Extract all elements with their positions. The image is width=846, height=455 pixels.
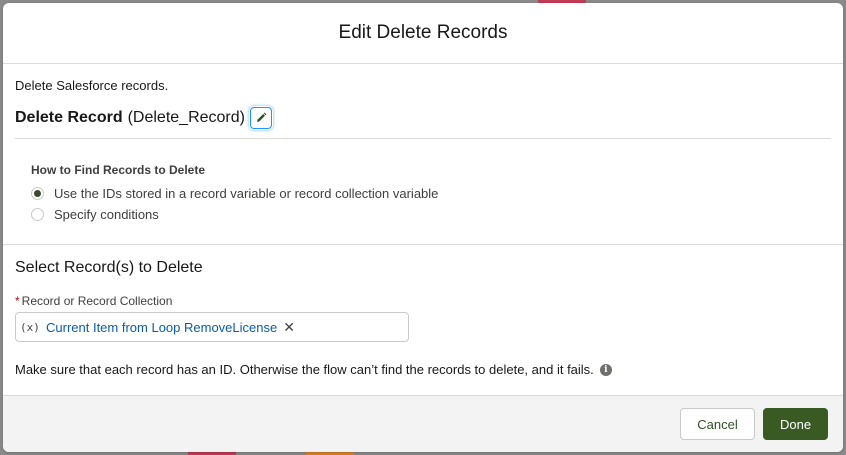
radio-button[interactable] [31,208,44,221]
edit-element-button[interactable] [249,107,272,129]
radio-option-label: Specify conditions [54,207,159,222]
pencil-icon [256,112,267,122]
record-field-label: * Record or Record Collection [15,294,831,308]
select-records-section: Select Record(s) to Delete * Record or Re… [3,259,843,377]
element-info-section: Delete Salesforce records. Delete Record… [3,64,843,139]
element-label: Delete Record [15,109,123,126]
radio-option-use-ids[interactable]: Use the IDs stored in a record variable … [31,183,815,204]
cancel-button[interactable]: Cancel [680,408,755,440]
radio-option-label: Use the IDs stored in a record variable … [54,186,439,201]
element-description: Delete Salesforce records. [15,78,169,93]
required-marker: * [15,294,20,308]
record-field-label-text: Record or Record Collection [21,294,173,308]
find-records-label: How to Find Records to Delete [31,163,206,177]
info-icon[interactable]: i [599,363,612,376]
modal-footer: Cancel Done [3,395,843,452]
done-button[interactable]: Done [763,408,828,440]
help-text-row: Make sure that each record has an ID. Ot… [15,362,831,377]
record-collection-input[interactable]: (x) Current Item from Loop RemoveLicense… [15,312,409,342]
radio-button-selected[interactable] [31,187,44,200]
select-records-title: Select Record(s) to Delete [15,259,203,276]
element-api-name: (Delete_Record) [127,109,245,126]
help-text: Make sure that each record has an ID. Ot… [15,362,594,377]
edit-delete-records-modal: Edit Delete Records Delete Salesforce re… [3,3,843,452]
resource-pill-label[interactable]: Current Item from Loop RemoveLicense [46,320,277,335]
modal-header: Edit Delete Records [3,3,843,64]
remove-pill-icon[interactable]: ✕ [283,319,295,336]
modal-title: Edit Delete Records [338,22,508,43]
element-name-row: Delete Record (Delete_Record) [15,98,831,139]
radio-option-specify-conditions[interactable]: Specify conditions [31,204,815,225]
find-records-section: How to Find Records to Delete Use the ID… [3,139,843,245]
variable-icon: (x) [20,320,40,334]
